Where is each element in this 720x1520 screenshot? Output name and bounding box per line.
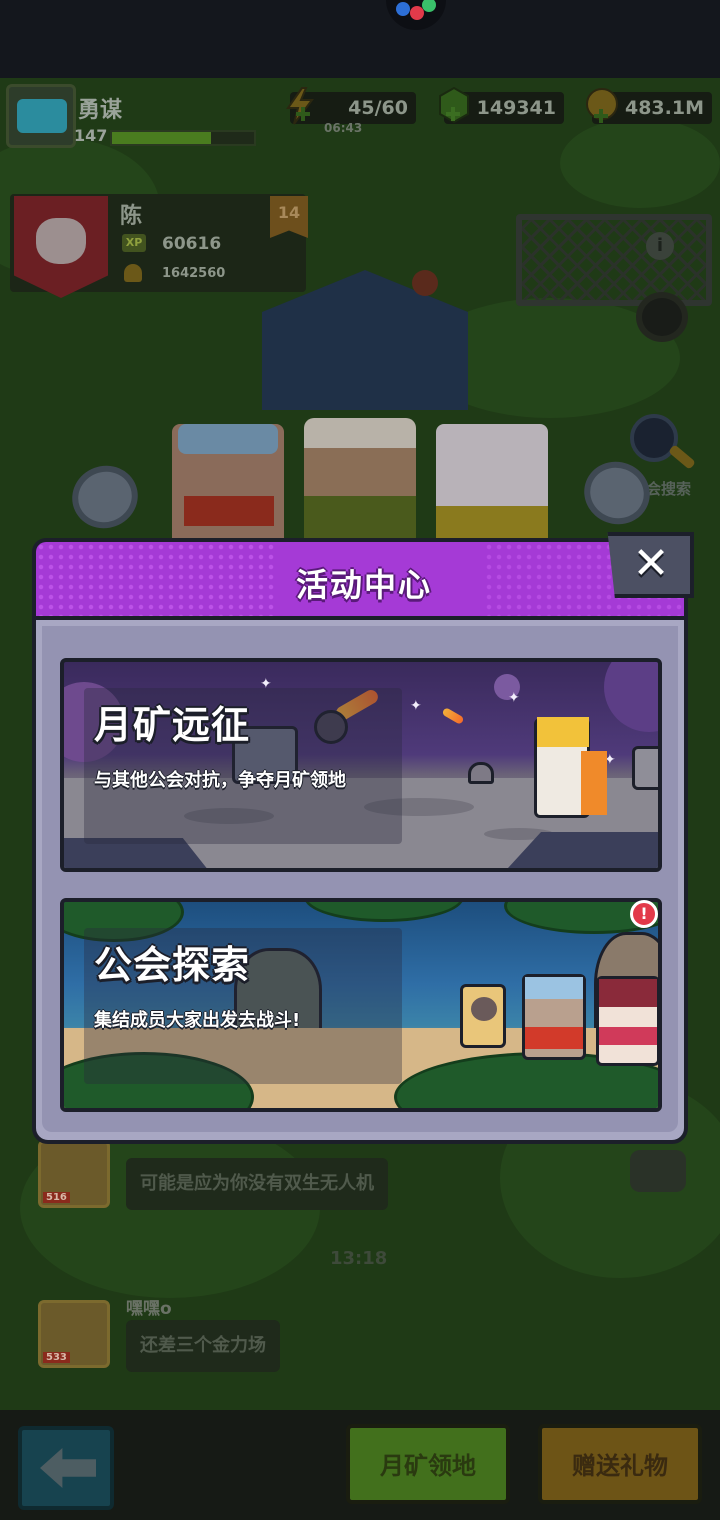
guild-explore-label: 会搜索: [646, 480, 692, 498]
chat-icon[interactable]: [630, 1150, 686, 1192]
chat-avatar-level: 533: [43, 1352, 70, 1363]
close-icon[interactable]: ✕: [626, 536, 676, 592]
chat-timestamp: 13:18: [330, 1248, 388, 1269]
gem-counter[interactable]: 149341: [439, 86, 564, 124]
guild-xp: 60616: [162, 234, 222, 254]
event-card-guild-exploration[interactable]: 公会探索 集结成员大家出发去战斗!: [60, 898, 662, 1112]
event-description: 与其他公会对抗，争夺月矿领地: [94, 770, 346, 791]
gem-value: 149341: [476, 97, 556, 119]
fence-structure: [516, 214, 712, 306]
hero-cat: [436, 424, 548, 548]
coin-icon: [586, 88, 618, 123]
lightning-icon: [286, 87, 314, 125]
player-xp-bar: [110, 130, 256, 146]
top-status-bar: [0, 0, 720, 78]
energy-counter[interactable]: 45/60: [286, 87, 416, 125]
gold-counter[interactable]: 483.1M: [586, 88, 712, 124]
hero-soldier: [304, 418, 416, 548]
back-button[interactable]: [18, 1426, 114, 1510]
chat-message: 可能是应为你没有双生无人机: [126, 1158, 388, 1210]
hero-goggles: [172, 424, 284, 548]
guild-name: 陈: [120, 204, 143, 229]
chat-username: 嘿嘿o: [126, 1299, 172, 1319]
event-description: 集结成员大家出发去战斗!: [94, 1010, 301, 1031]
event-title: 月矿远征: [94, 703, 251, 747]
chat-avatar[interactable]: 533: [38, 1300, 110, 1368]
guild-trophies: 1642560: [162, 266, 226, 281]
chat-avatar[interactable]: 516: [38, 1140, 110, 1208]
player-name: 勇谋: [78, 98, 123, 123]
energy-value: 45/60: [348, 97, 408, 119]
hero-blonde: [534, 717, 607, 818]
hero-goggles: [522, 974, 586, 1060]
chat-message: 还差三个金力场: [126, 1320, 280, 1372]
hero-ninja: [596, 976, 658, 1066]
xp-icon: XP: [122, 234, 146, 252]
moon-territory-button[interactable]: 月矿领地: [346, 1424, 510, 1504]
player-level: 147: [74, 126, 108, 145]
dialog-header: 活动中心: [32, 538, 688, 620]
player-avatar[interactable]: [6, 84, 76, 148]
chat-avatar-level: 516: [43, 1192, 70, 1203]
trophy-icon: [124, 264, 142, 282]
hero-lineup: [164, 404, 564, 548]
hero-gasmask: [460, 984, 506, 1048]
event-card-moon-expedition[interactable]: ✦ ✦ ✦ ✦ 月矿远征 与其他公会对抗，争夺月矿领地: [60, 658, 662, 872]
dialog-title: 活动中心: [295, 566, 432, 604]
send-gift-button[interactable]: 赠送礼物: [538, 1424, 702, 1504]
antenna: [412, 270, 438, 296]
gem-icon: [439, 86, 469, 124]
info-icon[interactable]: i: [646, 232, 674, 260]
gold-value: 483.1M: [624, 97, 704, 119]
event-title: 公会探索: [94, 943, 251, 987]
arrow-left-icon: [40, 1448, 96, 1488]
energy-timer: 06:43: [324, 121, 363, 135]
game-screen: 勇谋 147 45/60 06:43 149341 483.1M 陈 14 XP…: [0, 0, 720, 1520]
alert-badge: !: [630, 900, 658, 928]
app-logo-icon: [386, 0, 446, 30]
tire-stack: [636, 292, 688, 342]
